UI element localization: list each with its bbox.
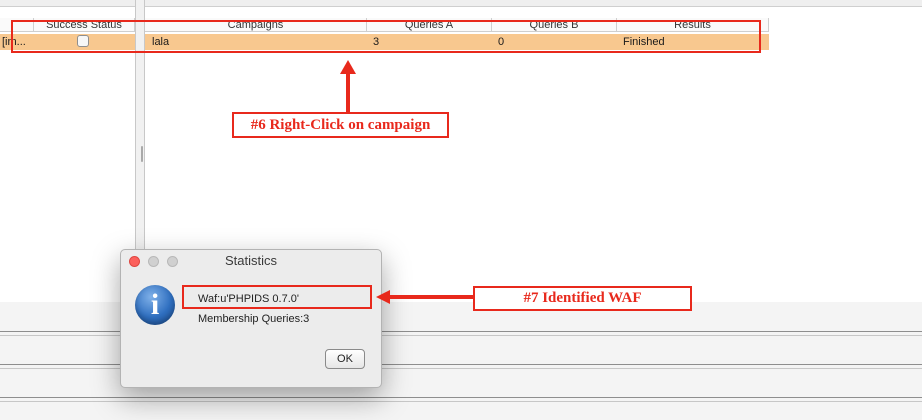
left-arrow-icon	[376, 290, 390, 304]
highlight-campaign-row	[11, 20, 761, 53]
up-arrow-shaft	[346, 72, 350, 112]
campaigns-toolbar	[145, 0, 922, 7]
splitter-grip[interactable]	[141, 146, 143, 162]
left-pane-toolbar	[0, 0, 135, 7]
statistics-dialog: Statistics i Waf:u'PHPIDS 0.7.0' Members…	[120, 249, 382, 388]
annotation-step6: #6 Right-Click on campaign	[232, 112, 449, 138]
membership-queries-text: Membership Queries:3	[198, 313, 310, 325]
annotation-step7: #7 Identified WAF	[473, 286, 692, 311]
dialog-title: Statistics	[224, 253, 277, 268]
divider-line	[0, 397, 922, 398]
left-arrow-shaft	[389, 295, 473, 299]
info-icon: i	[135, 285, 175, 325]
divider-line	[0, 401, 922, 402]
info-glyph: i	[150, 288, 160, 321]
ok-button[interactable]: OK	[325, 349, 365, 369]
dialog-titlebar[interactable]: Statistics	[121, 250, 381, 272]
highlight-waf-line	[182, 285, 372, 309]
